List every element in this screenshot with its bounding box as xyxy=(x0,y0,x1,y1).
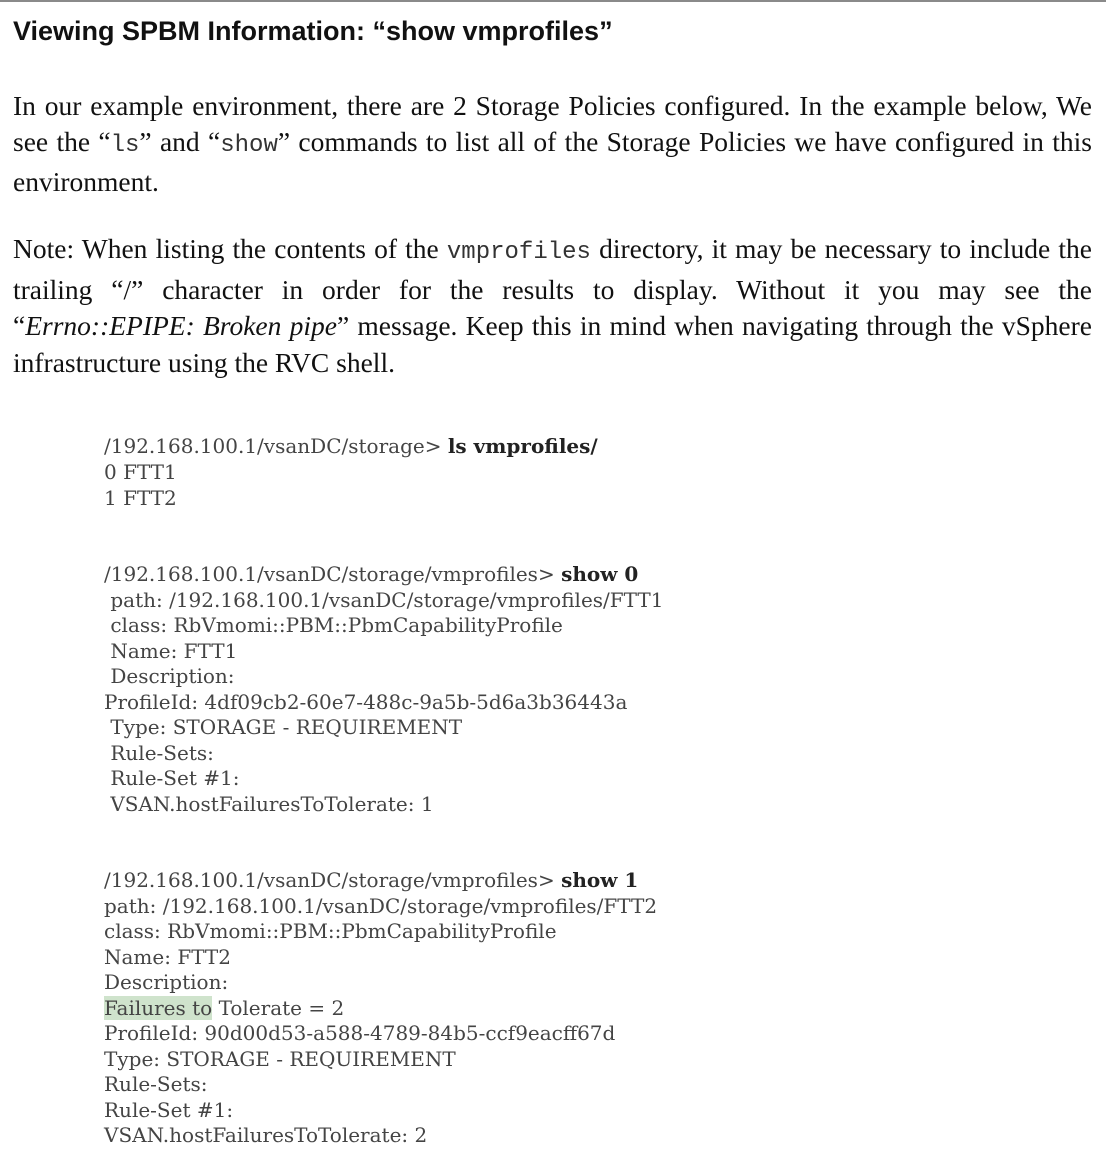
output-line: Name: FTT2 xyxy=(104,945,231,969)
inline-code-vmprofiles: vmprofiles xyxy=(446,239,591,266)
output-line: Rule-Set #1: xyxy=(104,1098,234,1122)
output-line: path: /192.168.100.1/vsanDC/storage/vmpr… xyxy=(104,894,658,918)
output-line: path: /192.168.100.1/vsanDC/storage/vmpr… xyxy=(104,588,664,612)
output-line: Rule-Sets: xyxy=(104,741,214,765)
highlighted-text: Failures to xyxy=(104,996,213,1020)
output-line: Type: STORAGE - REQUIREMENT xyxy=(104,715,463,739)
command-line: /192.168.100.1/vsanDC/storage/vmprofiles… xyxy=(104,562,638,587)
output-line: VSAN.hostFailuresToTolerate: 1 xyxy=(104,792,434,816)
intro-paragraph: In our example environment, there are 2 … xyxy=(13,88,1092,200)
shell-prompt: /192.168.100.1/vsanDC/storage/vmprofiles… xyxy=(104,562,562,586)
shell-command: show 1 xyxy=(561,868,639,892)
output-line-highlighted: Failures to Tolerate = 2 xyxy=(104,996,344,1021)
output-line: ProfileId: 4df09cb2-60e7-488c-9a5b-5d6a3… xyxy=(104,690,628,714)
output-line: Name: FTT1 xyxy=(104,639,238,663)
shell-prompt: /192.168.100.1/vsanDC/storage/vmprofiles… xyxy=(104,868,562,892)
output-line: Type: STORAGE - REQUIREMENT xyxy=(104,1047,456,1071)
note-paragraph: Note: When listing the contents of the v… xyxy=(13,231,1092,381)
output-line: Description: xyxy=(104,664,235,688)
top-rule xyxy=(0,0,1106,2)
output-line: class: RbVmomi::PBM::PbmCapabilityProfil… xyxy=(104,613,563,637)
output-line: Description: xyxy=(104,970,229,994)
command-line: /192.168.100.1/vsanDC/storage> ls vmprof… xyxy=(104,434,598,459)
output-line: Rule-Sets: xyxy=(104,1072,208,1096)
shell-command: show 0 xyxy=(561,562,639,586)
note-text-1: Note: When listing the contents of the xyxy=(13,233,447,264)
section-heading: Viewing SPBM Information: “show vmprofil… xyxy=(13,16,613,46)
inline-code-show: show xyxy=(220,132,278,159)
output-line: ProfileId: 90d00d53-a588-4789-84b5-ccf9e… xyxy=(104,1021,616,1045)
output-line: Rule-Set #1: xyxy=(104,766,240,790)
inline-code-ls: ls xyxy=(110,132,140,159)
output-line: 1 FTT2 xyxy=(104,486,177,510)
highlight-rest-text: Tolerate = 2 xyxy=(212,996,345,1020)
error-message-text: Errno::EPIPE: Broken pipe xyxy=(25,310,337,341)
command-line: /192.168.100.1/vsanDC/storage/vmprofiles… xyxy=(104,868,638,893)
output-line: VSAN.hostFailuresToTolerate: 2 xyxy=(104,1123,428,1147)
shell-prompt: /192.168.100.1/vsanDC/storage> xyxy=(104,434,448,458)
output-line: class: RbVmomi::PBM::PbmCapabilityProfil… xyxy=(104,919,557,943)
output-line: 0 FTT1 xyxy=(104,460,177,484)
intro-text-2: ” and “ xyxy=(139,126,221,157)
shell-command: ls vmprofiles/ xyxy=(447,434,598,458)
